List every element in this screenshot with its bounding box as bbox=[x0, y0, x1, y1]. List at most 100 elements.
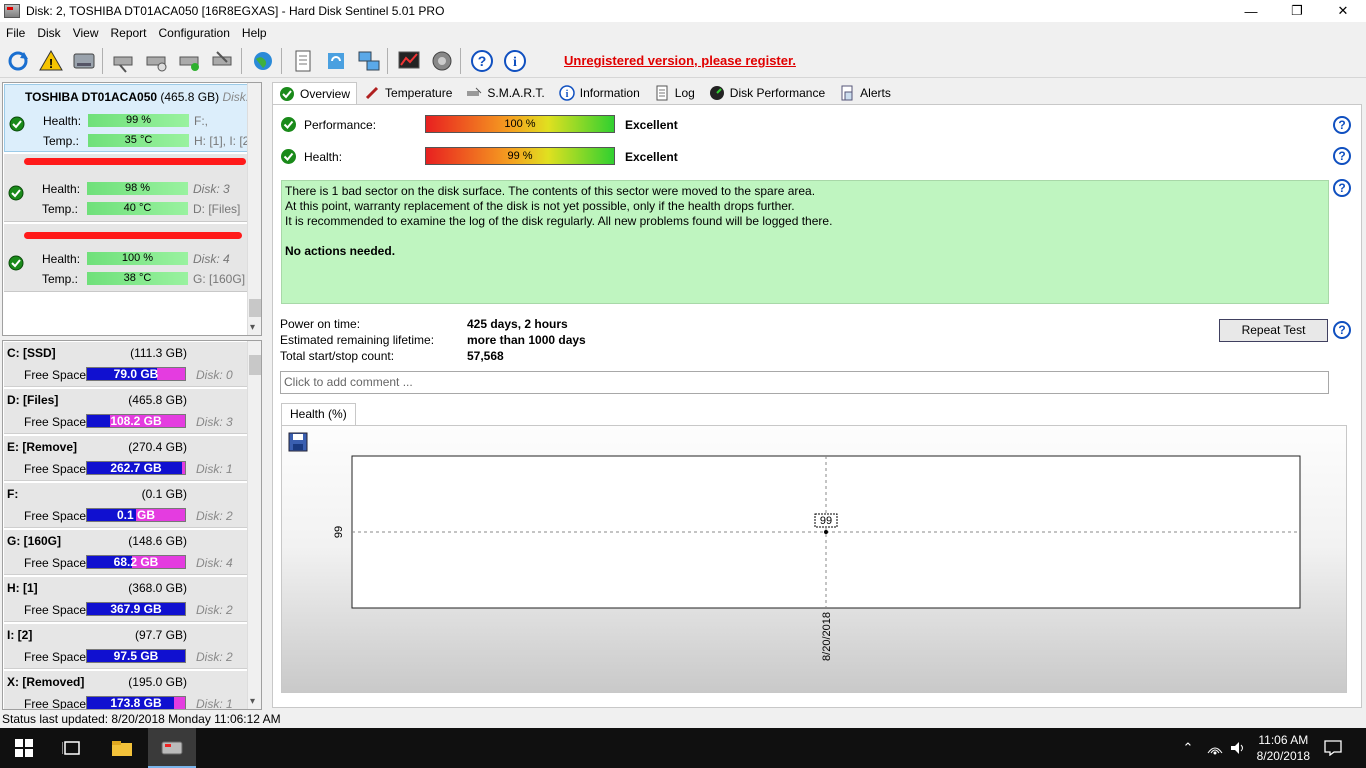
volume-item[interactable]: G: [160G] (148.6 GB) Free Space 68.2 GB Disk… bbox=[4, 530, 247, 575]
unregistered-link[interactable]: Unregistered version, please register. bbox=[564, 53, 796, 68]
windows-start-icon[interactable] bbox=[0, 728, 48, 768]
volume-item[interactable]: F: (0.1 GB) Free Space 0.1 GB Disk: 2 bbox=[4, 483, 247, 528]
taskbar-clock[interactable]: 11:06 AM 8/20/2018 bbox=[1257, 732, 1310, 764]
tab-smart[interactable]: S.M.A.R.T. bbox=[459, 82, 551, 104]
gauge-icon bbox=[709, 85, 725, 101]
volume-disk: Disk: 4 bbox=[196, 556, 233, 570]
temp-bar: 35 °C bbox=[88, 134, 189, 147]
repeat-test-help-icon[interactable]: ? bbox=[1333, 321, 1351, 339]
volume-size: (368.0 GB) bbox=[128, 581, 187, 595]
globe-icon[interactable] bbox=[248, 46, 278, 76]
message-help-icon[interactable]: ? bbox=[1333, 179, 1351, 197]
menu-report[interactable]: Report bbox=[104, 24, 152, 42]
free-space-value: 262.7 GB bbox=[110, 461, 162, 475]
disk-item[interactable]: Health: 100 % Disk: 4 Temp.: 38 °C G: [1… bbox=[4, 224, 248, 292]
disk-icon[interactable] bbox=[69, 46, 99, 76]
drive-settings-icon[interactable] bbox=[208, 46, 238, 76]
performance-help-icon[interactable]: ? bbox=[1333, 116, 1351, 134]
disk-item[interactable]: TOSHIBA DT01ACA050 (465.8 GB) Disk: 2 He… bbox=[4, 84, 259, 152]
tab-temperature[interactable]: Temperature bbox=[357, 82, 459, 104]
free-space-bar: 367.9 GB bbox=[86, 602, 186, 616]
svg-text:i: i bbox=[513, 55, 517, 70]
menu-view[interactable]: View bbox=[67, 24, 105, 42]
free-space-label: Free Space bbox=[24, 697, 87, 710]
menu-help[interactable]: Help bbox=[236, 24, 273, 42]
minimize-button[interactable]: — bbox=[1228, 0, 1274, 22]
free-space-bar: 0.1 GB bbox=[86, 508, 186, 522]
volume-name: X: [Removed] bbox=[7, 675, 85, 689]
tab-health-graph[interactable]: Health (%) bbox=[281, 403, 356, 425]
health-label: Health: bbox=[42, 252, 81, 266]
tab-information[interactable]: i Information bbox=[552, 82, 647, 104]
overview-panel: Performance: 100 % Excellent Health: 99 … bbox=[272, 104, 1362, 708]
free-space-bar: 262.7 GB bbox=[86, 461, 186, 475]
ok-icon bbox=[8, 255, 24, 271]
disk-list-scrollbar[interactable]: ▾ bbox=[247, 83, 261, 335]
health-chart-svg: 99 99 8/20/2018 bbox=[333, 455, 1301, 661]
restore-button[interactable]: ❐ bbox=[1274, 0, 1320, 22]
drive-test-icon[interactable] bbox=[109, 46, 139, 76]
comment-field[interactable]: Click to add comment ... bbox=[280, 371, 1329, 394]
message-line: At this point, warranty replacement of t… bbox=[285, 199, 795, 213]
taskbar: ⌃ 11:06 AM 8/20/2018 bbox=[0, 728, 1366, 768]
window-title: Disk: 2, TOSHIBA DT01ACA050 [16R8EGXAS] … bbox=[26, 4, 445, 18]
health-help-icon[interactable]: ? bbox=[1333, 147, 1351, 165]
volume-item[interactable]: C: [SSD] (111.3 GB) Free Space 79.0 GB Disk:… bbox=[4, 342, 247, 387]
volume-item[interactable]: E: [Remove] (270.4 GB) Free Space 262.7 GB D… bbox=[4, 436, 247, 481]
task-view-icon[interactable] bbox=[48, 728, 96, 768]
volume-size: (195.0 GB) bbox=[128, 675, 187, 689]
notifications-icon[interactable] bbox=[1318, 728, 1348, 768]
data-point bbox=[824, 530, 828, 534]
info-icon[interactable]: i bbox=[500, 46, 530, 76]
performance-ok-icon bbox=[281, 117, 296, 132]
sound-icon[interactable] bbox=[427, 46, 457, 76]
disk-item[interactable]: Health: 98 % Disk: 3 Temp.: 40 °C D: [Fi… bbox=[4, 154, 248, 222]
volume-list-scrollbar[interactable]: ▾ bbox=[247, 341, 261, 709]
health-message-box: There is 1 bad sector on the disk surfac… bbox=[281, 180, 1329, 304]
hard-disk-sentinel-taskbar-icon[interactable] bbox=[148, 728, 196, 768]
chart-icon[interactable] bbox=[394, 46, 424, 76]
report-icon[interactable] bbox=[288, 46, 318, 76]
volume-disk: Disk: 2 bbox=[196, 509, 233, 523]
repeat-test-button[interactable]: Repeat Test bbox=[1219, 319, 1328, 342]
volume-item[interactable]: I: [2] (97.7 GB) Free Space 97.5 GB Disk: 2 bbox=[4, 624, 247, 669]
volume-name: E: [Remove] bbox=[7, 440, 78, 454]
disk-volumes: D: [Files] bbox=[193, 202, 241, 216]
menu-disk[interactable]: Disk bbox=[31, 24, 66, 42]
volume-item[interactable]: H: [1] (368.0 GB) Free Space 367.9 GB Disk: … bbox=[4, 577, 247, 622]
volume-item[interactable]: D: [Files] (465.8 GB) Free Space 108.2 GB Di… bbox=[4, 389, 247, 434]
smart-icon bbox=[466, 85, 482, 101]
file-explorer-icon[interactable] bbox=[98, 728, 146, 768]
alert-icon[interactable]: ! bbox=[36, 46, 66, 76]
free-space-value: 79.0 GB bbox=[113, 367, 159, 381]
toolbar: ! ? i Unregistered version, please regis… bbox=[0, 44, 1366, 78]
refresh-icon[interactable] bbox=[3, 46, 33, 76]
sync-icon[interactable] bbox=[321, 46, 351, 76]
health-bar: 99 % bbox=[425, 147, 615, 165]
message-action: No actions needed. bbox=[285, 244, 396, 258]
drive-ok-icon[interactable] bbox=[175, 46, 205, 76]
check-icon bbox=[279, 86, 295, 102]
help-icon[interactable]: ? bbox=[467, 46, 497, 76]
tab-overview[interactable]: Overview bbox=[272, 82, 358, 105]
free-space-value: 173.8 GB bbox=[110, 696, 162, 710]
close-button[interactable]: ✕ bbox=[1320, 0, 1366, 22]
free-space-value: 68.2 GB bbox=[113, 555, 159, 569]
disk-volumes-2: H: [1], I: [2] bbox=[194, 134, 253, 148]
health-bar: 99 % bbox=[88, 114, 189, 127]
volume-name: D: [Files] bbox=[7, 393, 59, 407]
tray-chevron-icon[interactable]: ⌃ bbox=[1176, 728, 1200, 768]
svg-text:?: ? bbox=[478, 53, 487, 69]
tab-disk-performance[interactable]: Disk Performance bbox=[702, 82, 832, 104]
tab-log[interactable]: Log bbox=[647, 82, 702, 104]
network-icon[interactable] bbox=[354, 46, 384, 76]
free-space-value: 108.2 GB bbox=[110, 414, 162, 428]
menu-configuration[interactable]: Configuration bbox=[153, 24, 236, 42]
menu-file[interactable]: File bbox=[0, 24, 31, 42]
volume-tray-icon[interactable] bbox=[1226, 728, 1250, 768]
drive-test-2-icon[interactable] bbox=[142, 46, 172, 76]
health-label: Health: bbox=[304, 150, 343, 164]
volume-item[interactable]: X: [Removed] (195.0 GB) Free Space 173.8 GB… bbox=[4, 671, 247, 710]
tab-alerts[interactable]: Alerts bbox=[832, 82, 898, 104]
network-tray-icon[interactable] bbox=[1203, 728, 1227, 768]
